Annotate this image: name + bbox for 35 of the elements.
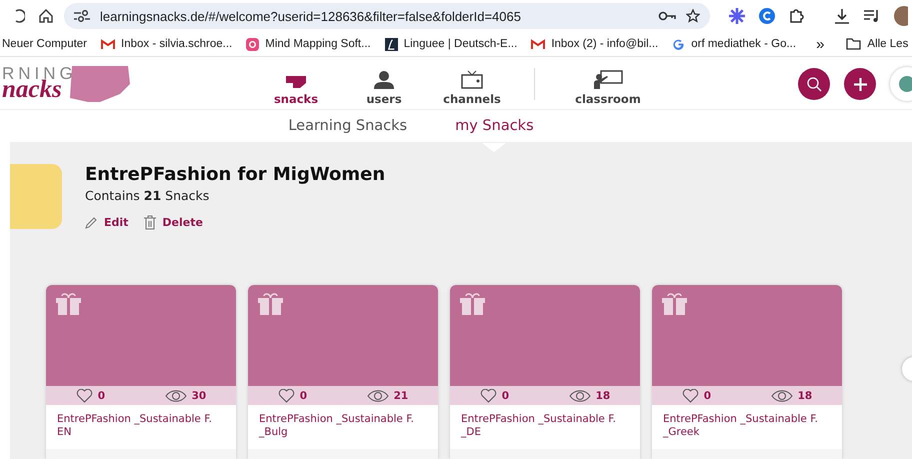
bookmark[interactable]: Inbox - silvia.schroe... (101, 38, 232, 50)
nav-item[interactable]: snacks (252, 75, 340, 106)
nav-item[interactable]: channels (428, 70, 516, 106)
card-title[interactable]: EntrePFashion _Sustainable F. _Bulg (248, 405, 438, 449)
view-count: 18 (596, 390, 610, 402)
snack-card[interactable]: 0 30 EntrePFashion _Sustainable F. EN (46, 285, 236, 459)
folder-title: EntrePFashion for MigWomen (85, 164, 386, 185)
bookmark[interactable]: Mind Mapping Soft... (246, 38, 371, 51)
nav-item[interactable]: users (340, 71, 428, 106)
bookmark[interactable]: Neuer Computer (2, 38, 88, 50)
snack-count: Contains 21 Snacks (85, 188, 210, 203)
like-count: 0 (98, 390, 106, 402)
snack-card[interactable]: 0 18 EntrePFashion _Sustainable F. _DE (450, 285, 640, 459)
card-title[interactable]: EntrePFashion _Sustainable F. _DE (450, 405, 640, 449)
bookmark[interactable]: Linguee | Deutsch-E... (384, 38, 518, 51)
view-count: 21 (394, 390, 408, 402)
view-count: 30 (192, 390, 206, 402)
snack-card[interactable]: 0 21 EntrePFashion _Sustainable F. _Bulg (248, 285, 438, 459)
snack-card[interactable]: 0 18 EntrePFashion _Sustainable F. _Greek (652, 285, 842, 459)
like-count: 0 (704, 390, 712, 402)
bookmark-folder[interactable]: Alle Les (846, 38, 908, 50)
delete-link[interactable]: Delete (144, 215, 203, 230)
like-count: 0 (300, 390, 308, 402)
address-bar[interactable]: learningsnacks.de/#/welcome?userid=128636&filter=false&folderId=4065 (64, 3, 710, 30)
bookmark[interactable]: Inbox (2) - info@bil... (531, 38, 658, 50)
card-title[interactable]: EntrePFashion _Sustainable F. EN (46, 405, 236, 449)
more-bookmarks[interactable]: » (816, 36, 824, 53)
like-count: 0 (502, 390, 510, 402)
tab[interactable]: Learning Snacks (288, 118, 408, 134)
nav-item[interactable]: classroom (553, 70, 663, 106)
bookmark[interactable]: orf mediathek - Go... (672, 38, 796, 51)
edit-link[interactable]: Edit (85, 215, 128, 230)
card-title[interactable]: EntrePFashion _Sustainable F. _Greek (652, 405, 842, 449)
url-text: learningsnacks.de/#/welcome?userid=128636&filter=false&folderId=4065 (100, 8, 522, 24)
view-count: 18 (798, 390, 812, 402)
